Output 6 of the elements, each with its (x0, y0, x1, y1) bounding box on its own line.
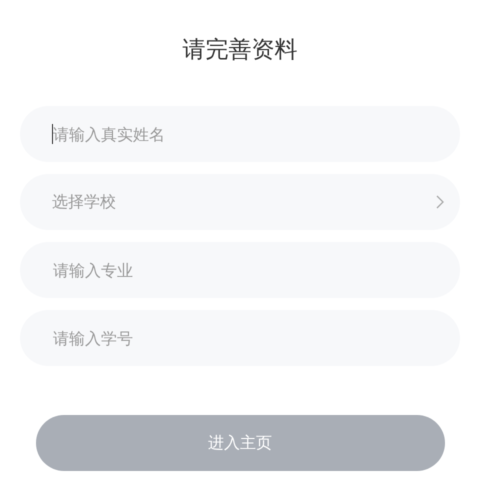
school-select-field[interactable]: 选择学校 (20, 174, 460, 230)
text-input-field[interactable]: 请输入真实姓名 (20, 106, 460, 162)
chevron-right-icon (436, 195, 444, 209)
text-input-field[interactable]: 请输入学号 (20, 310, 460, 366)
text-input-field[interactable]: 请输入专业 (20, 242, 460, 298)
page-title: 请完善资料 (182, 36, 298, 65)
